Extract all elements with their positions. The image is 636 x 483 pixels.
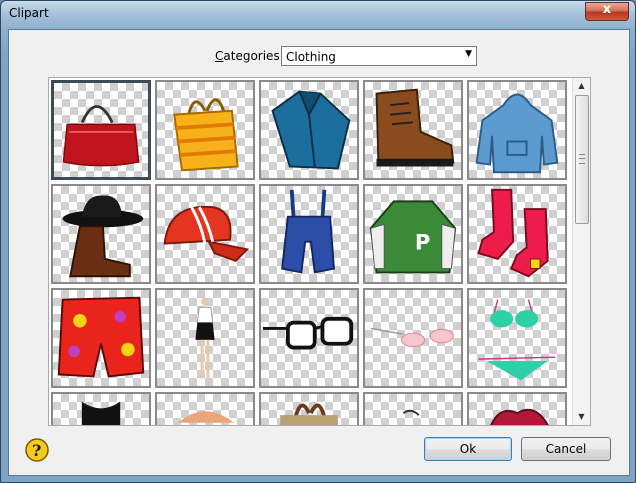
scrollbar-thumb[interactable]	[575, 95, 589, 224]
dress-mannequin-icon	[195, 297, 215, 379]
brown-boot-icon	[375, 88, 455, 167]
close-icon: x	[602, 2, 612, 17]
red-cap-icon	[163, 205, 250, 262]
clipart-item-cowboy-hat-boot[interactable]	[51, 184, 151, 284]
clipart-item-blue-overalls[interactable]	[259, 184, 359, 284]
sunglasses-icon	[402, 409, 420, 416]
clipart-item-bikini[interactable]	[467, 288, 567, 388]
clipart-item-bag[interactable]	[259, 392, 359, 425]
chevron-down-icon: ▼	[465, 49, 472, 59]
bikini-icon	[478, 299, 556, 381]
clipart-item-red-handbag[interactable]	[51, 80, 151, 180]
clipart-item-red-socks[interactable]	[467, 184, 567, 284]
red-handbag-icon	[62, 105, 140, 167]
categories-dropdown[interactable]: Clothing ▼	[281, 46, 477, 66]
dialog-body: Categories Clothing ▼ P ▲ ▼ ? Ok Cancel	[8, 29, 630, 476]
clipart-item-gloves[interactable]	[467, 392, 567, 425]
clipart-item-blue-hoodie[interactable]	[467, 80, 567, 180]
svg-text:P: P	[415, 229, 430, 254]
clipart-item-dress-mannequin[interactable]	[155, 288, 255, 388]
clipart-item-hat[interactable]	[155, 392, 255, 425]
clipart-item-swim-shorts[interactable]	[51, 288, 151, 388]
clipart-item-red-cap[interactable]	[155, 184, 255, 284]
clipart-item-orange-tote[interactable]	[155, 80, 255, 180]
clipart-item-black-glasses[interactable]	[259, 288, 359, 388]
cowboy-hat-boot-icon	[62, 195, 144, 278]
cancel-button[interactable]: Cancel	[521, 437, 611, 461]
clipart-item-sunglasses[interactable]	[363, 392, 463, 425]
green-jacket-icon: P	[369, 200, 457, 274]
ok-button[interactable]: Ok	[424, 437, 512, 461]
red-socks-icon	[477, 188, 549, 278]
clipart-window: Clipart x Categories Clothing ▼ P ▲ ▼ ? …	[0, 0, 636, 483]
bag-icon	[280, 403, 338, 425]
title-bar[interactable]: Clipart x	[1, 1, 635, 27]
scroll-down-icon[interactable]: ▼	[573, 409, 590, 425]
window-title: Clipart	[9, 6, 49, 20]
clipart-grid-panel: P ▲ ▼	[48, 77, 591, 426]
clipart-item-green-jacket[interactable]: P	[363, 184, 463, 284]
svg-text:?: ?	[32, 441, 41, 460]
grip-icon	[579, 154, 585, 164]
swim-shorts-icon	[57, 296, 145, 378]
clipart-item-blue-shirt[interactable]	[259, 80, 359, 180]
black-top-icon	[81, 401, 121, 425]
help-icon[interactable]: ?	[24, 437, 50, 463]
blue-shirt-icon	[271, 90, 351, 170]
scroll-up-icon[interactable]: ▲	[573, 78, 590, 94]
categories-label: Categories	[215, 49, 280, 63]
gloves-icon	[490, 408, 549, 425]
pink-glasses-icon	[370, 327, 454, 348]
black-glasses-icon	[262, 316, 354, 350]
blue-hoodie-icon	[475, 93, 559, 174]
blue-overalls-icon	[281, 189, 335, 274]
close-button[interactable]: x	[585, 2, 629, 21]
vertical-scrollbar[interactable]: ▲ ▼	[572, 78, 590, 425]
clipart-item-black-top[interactable]	[51, 392, 151, 425]
clipart-item-brown-boot[interactable]	[363, 80, 463, 180]
hat-icon	[178, 411, 234, 423]
categories-selected-value: Clothing	[286, 50, 336, 64]
orange-tote-bag-icon	[173, 98, 239, 172]
clipart-item-pink-glasses[interactable]	[363, 288, 463, 388]
